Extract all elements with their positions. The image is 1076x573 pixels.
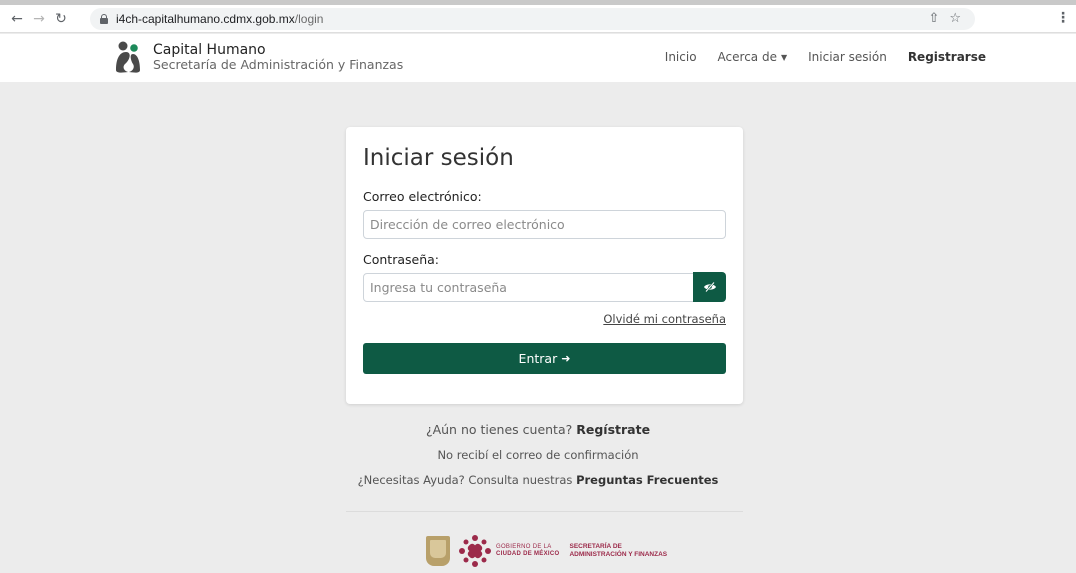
cdmx-logo-icon xyxy=(458,534,492,568)
lock-icon xyxy=(100,14,108,24)
nav-iniciar-sesion[interactable]: Iniciar sesión xyxy=(808,50,887,64)
password-field[interactable]: Ingresa tu contraseña xyxy=(363,273,694,302)
help-text: ¿Necesitas Ayuda? Consulta nuestras xyxy=(357,473,573,487)
secretaria-text: SECRETARÍA DE ADMINISTRACIÓN Y FINANZAS xyxy=(569,543,667,559)
brand-subtitle: Secretaría de Administración y Finanzas xyxy=(153,56,404,72)
gob-line-2: CIUDAD DE MÉXICO xyxy=(496,551,560,557)
password-label: Contraseña: xyxy=(363,252,439,267)
menu-icon[interactable]: ⋮ xyxy=(1056,10,1070,26)
eye-slash-icon xyxy=(703,282,716,292)
footer-logos: GOBIERNO DE LA CIUDAD DE MÉXICO SECRETAR… xyxy=(426,535,667,567)
submit-button[interactable]: Entrar ➜ xyxy=(363,343,726,374)
nav-acerca-de[interactable]: Acerca de ▼ xyxy=(718,50,788,64)
submit-label: Entrar xyxy=(518,351,558,366)
help-line: ¿Necesitas Ayuda? Consulta nuestras Preg… xyxy=(0,473,1076,487)
site-header: Capital Humano Secretaría de Administrac… xyxy=(0,34,1076,82)
email-label: Correo electrónico: xyxy=(363,189,482,204)
faq-link[interactable]: Preguntas Frecuentes xyxy=(576,473,718,487)
email-field[interactable]: Dirección de correo electrónico xyxy=(363,210,726,239)
sec-line-2: ADMINISTRACIÓN Y FINANZAS xyxy=(569,551,668,558)
register-link[interactable]: Regístrate xyxy=(576,422,650,437)
sec-line-1: SECRETARÍA DE xyxy=(569,542,622,550)
no-account-line: ¿Aún no tienes cuenta? Regístrate xyxy=(0,422,1076,437)
back-icon[interactable]: ← xyxy=(6,8,28,30)
reload-icon[interactable]: ↻ xyxy=(50,8,72,30)
capital-humano-logo-icon xyxy=(114,40,142,74)
gob-line-1: GOBIERNO DE LA xyxy=(496,543,552,550)
login-title: Iniciar sesión xyxy=(363,145,514,171)
url-text[interactable]: i4ch-capitalhumano.cdmx.gob.mx/login xyxy=(116,12,323,26)
url-host: i4ch-capitalhumano.cdmx.gob.mx xyxy=(116,12,295,26)
caret-down-icon: ▼ xyxy=(780,53,788,62)
nav-registrarse[interactable]: Registrarse xyxy=(908,50,986,64)
toggle-password-button[interactable] xyxy=(693,272,726,302)
share-icon[interactable]: ⇧ xyxy=(928,11,939,26)
no-confirmation-link[interactable]: No recibí el correo de confirmación xyxy=(0,448,1076,462)
nav-inicio[interactable]: Inicio xyxy=(665,50,697,64)
brand[interactable]: Capital Humano Secretaría de Administrac… xyxy=(114,40,403,74)
login-card: Iniciar sesión Correo electrónico: Direc… xyxy=(346,127,743,404)
address-bar[interactable]: i4ch-capitalhumano.cdmx.gob.mx/login ⇧ ☆ xyxy=(90,8,975,30)
gobierno-cdmx-text: GOBIERNO DE LA CIUDAD DE MÉXICO xyxy=(496,544,559,558)
sign-in-icon: ➜ xyxy=(561,352,571,365)
brand-title: Capital Humano xyxy=(153,41,266,58)
footer-divider xyxy=(346,511,743,512)
forward-icon[interactable]: → xyxy=(28,8,50,30)
coat-of-arms-icon xyxy=(426,536,450,566)
forgot-password-link[interactable]: Olvidé mi contraseña xyxy=(603,312,726,326)
no-account-text: ¿Aún no tienes cuenta? xyxy=(425,422,573,437)
star-icon[interactable]: ☆ xyxy=(949,11,961,26)
url-path: /login xyxy=(294,12,324,26)
nav-acerca-label: Acerca de xyxy=(717,50,777,64)
browser-toolbar: ← → ↻ i4ch-capitalhumano.cdmx.gob.mx/log… xyxy=(0,5,1076,33)
top-nav: Inicio Acerca de ▼ Iniciar sesión Registr… xyxy=(644,50,986,64)
